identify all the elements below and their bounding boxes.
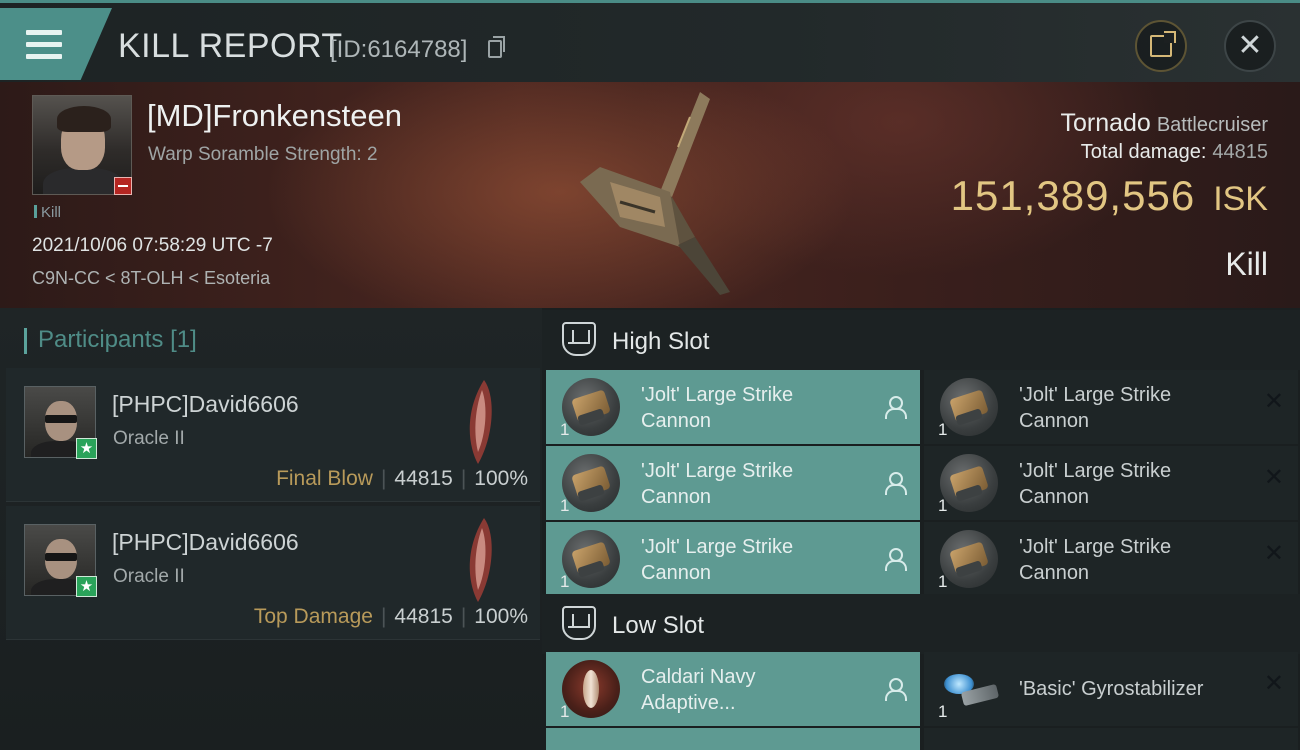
participant-damage: 44815 (394, 467, 453, 490)
item-name: 'Jolt' Large Strike Cannon (1019, 384, 1172, 432)
fitting-item-partial[interactable] (546, 728, 920, 750)
kill-tag: Kill (34, 204, 61, 221)
low-slot-title: Low Slot (612, 612, 705, 639)
kill-location[interactable]: C9N-CC < 8T-OLH < Esoteria (32, 268, 270, 289)
copy-icon[interactable] (488, 36, 505, 58)
hamburger-menu-icon[interactable] (26, 30, 62, 60)
participant-percent: 100% (474, 605, 528, 628)
ship-image[interactable] (560, 87, 760, 302)
participant-damage: 44815 (394, 605, 453, 628)
participant-row[interactable]: ★ [PHPC]David6606 Oracle II Top Damage | 4… (6, 506, 540, 640)
kill-datetime: 2021/10/06 07:58:29 UTC -7 (32, 235, 273, 256)
victim-subtitle: Warp Soramble Strength: 2 (148, 144, 378, 165)
participants-title: Participants (38, 326, 164, 353)
item-name: 'Jolt' Large Strike Cannon (641, 460, 794, 508)
page-title: KILL REPORT (118, 27, 343, 65)
cannon-icon (940, 454, 998, 512)
participant-ship: Oracle II (113, 428, 185, 449)
ship-class: Battlecruiser (1156, 114, 1268, 136)
ship-name[interactable]: Tornado (1060, 109, 1150, 137)
destroyed-x-icon: ✕ (1263, 464, 1284, 491)
participant-stats: Final Blow | 44815 | 100% (276, 467, 528, 490)
pilot-icon (884, 548, 907, 571)
participant-row[interactable]: ★ [PHPC]David6606 Oracle II Final Blow | 4… (6, 368, 540, 502)
participants-header: Participants [1] (24, 326, 197, 354)
item-name: 'Jolt' Large Strike Cannon (1019, 536, 1172, 584)
standing-negative-icon (114, 177, 132, 195)
low-slot-icon (562, 606, 596, 640)
pilot-icon (884, 472, 907, 495)
pilot-icon (884, 678, 907, 701)
menu-tab[interactable] (0, 8, 112, 80)
item-name: 'Jolt' Large Strike Cannon (641, 384, 794, 432)
fitting-item[interactable]: 1 'Jolt' Large Strike Cannon ✕ (924, 522, 1298, 596)
armor-plate-icon (562, 660, 620, 718)
fitting-panel: High Slot 1 'Jolt' Large Strike Cannon 1… (542, 308, 1300, 750)
result-label: Kill (1225, 246, 1268, 282)
destroyed-x-icon: ✕ (1263, 670, 1284, 697)
cannon-icon (562, 454, 620, 512)
fitting-item[interactable]: 1 'Jolt' Large Strike Cannon (546, 522, 920, 596)
fitting-item[interactable]: 1 'Jolt' Large Strike Cannon ✕ (924, 446, 1298, 520)
star-icon: ★ (76, 576, 97, 597)
top-bar: KILL REPORT [ID:6164788] ✕ (0, 0, 1300, 82)
high-slot-icon (562, 322, 596, 356)
item-quantity: 1 (560, 702, 570, 721)
pilot-icon (884, 396, 907, 419)
item-quantity: 1 (938, 572, 948, 591)
fitting-item-partial[interactable] (924, 728, 1298, 750)
item-quantity: 1 (938, 420, 948, 439)
item-quantity: 1 (938, 702, 948, 721)
item-name: 'Basic' Gyrostabilizer (1019, 678, 1204, 700)
item-quantity: 1 (560, 572, 570, 591)
low-slot-header: Low Slot (542, 594, 1300, 654)
participants-panel: Participants [1] ★ [PHPC]David6606 Oracl… (0, 308, 542, 750)
fitting-item[interactable]: 1 Caldari Navy Adaptive... (546, 652, 920, 726)
participant-role: Final Blow (276, 467, 373, 490)
share-button[interactable] (1135, 20, 1187, 72)
star-icon: ★ (76, 438, 97, 459)
item-name: Caldari Navy Adaptive... (641, 666, 756, 714)
close-icon: ✕ (1237, 29, 1263, 62)
ship-name-line: Tornado Battlecruiser (1060, 109, 1268, 138)
isk-unit: ISK (1213, 180, 1268, 218)
kill-banner: [MD]Fronkensteen Warp Soramble Strength:… (0, 82, 1300, 308)
destroyed-x-icon: ✕ (1263, 388, 1284, 415)
isk-line: 151,389,556 ISK (951, 172, 1268, 220)
total-damage-value: 44815 (1212, 141, 1268, 163)
participant-ship-image[interactable] (454, 376, 504, 468)
item-quantity: 1 (560, 496, 570, 515)
share-icon (1150, 31, 1176, 57)
cannon-icon (940, 378, 998, 436)
participant-ship-image[interactable] (454, 514, 504, 606)
report-id: [ID:6164788] (330, 36, 468, 63)
gyrostabilizer-icon (940, 660, 998, 718)
participant-percent: 100% (474, 467, 528, 490)
high-slot-title: High Slot (612, 328, 710, 355)
fitting-item[interactable]: 1 'Basic' Gyrostabilizer ✕ (924, 652, 1298, 726)
high-slot-header: High Slot (542, 310, 1300, 370)
isk-value: 151,389,556 (950, 172, 1196, 219)
item-name: 'Jolt' Large Strike Cannon (1019, 460, 1172, 508)
victim-name[interactable]: [MD]Fronkensteen (147, 98, 402, 134)
fitting-item[interactable]: 1 'Jolt' Large Strike Cannon ✕ (924, 370, 1298, 444)
cannon-icon (562, 530, 620, 588)
cannon-icon (562, 378, 620, 436)
fitting-item[interactable]: 1 'Jolt' Large Strike Cannon (546, 446, 920, 520)
total-damage-label: Total damage: (1080, 141, 1207, 163)
item-name: 'Jolt' Large Strike Cannon (641, 536, 794, 584)
item-quantity: 1 (938, 496, 948, 515)
destroyed-x-icon: ✕ (1263, 540, 1284, 567)
participant-name: [PHPC]David6606 (112, 529, 299, 555)
close-button[interactable]: ✕ (1224, 20, 1276, 72)
participants-count: [1] (170, 326, 197, 353)
participant-stats: Top Damage | 44815 | 100% (253, 605, 528, 628)
cannon-icon (940, 530, 998, 588)
participant-name: [PHPC]David6606 (112, 391, 299, 417)
participant-role: Top Damage (253, 605, 373, 628)
fitting-item[interactable]: 1 'Jolt' Large Strike Cannon (546, 370, 920, 444)
participant-ship: Oracle II (113, 566, 185, 587)
item-quantity: 1 (560, 420, 570, 439)
total-damage-line: Total damage: 44815 (1081, 141, 1268, 164)
